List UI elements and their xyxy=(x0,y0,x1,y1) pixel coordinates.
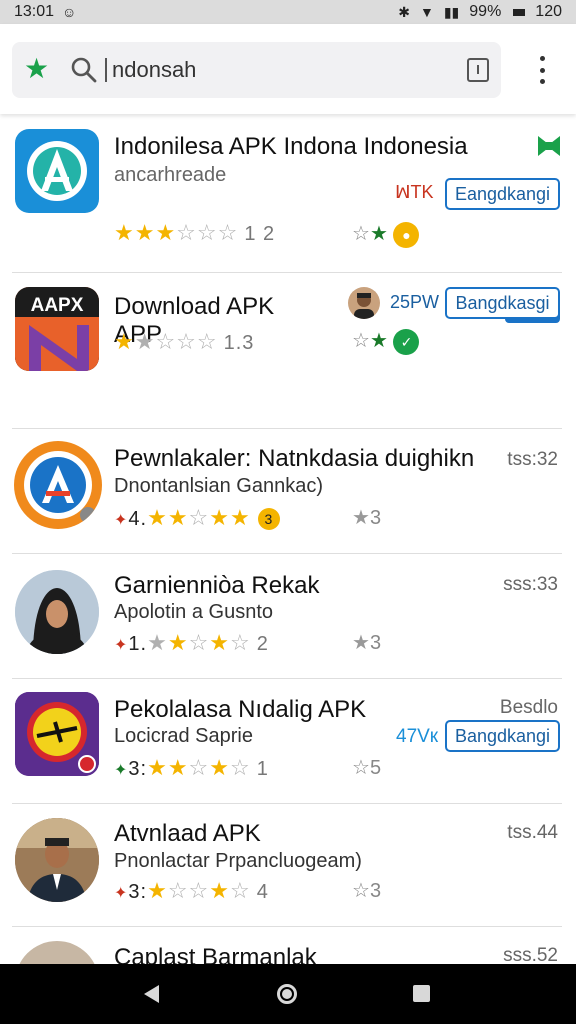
app-size: 25PW xyxy=(390,292,440,312)
app-title[interactable]: Indonilesa APK Indona Indonesia xyxy=(114,133,468,161)
install-button[interactable]: Eangdkangi xyxy=(445,178,560,210)
update-time: Besdlo xyxy=(499,697,558,718)
app-icon[interactable] xyxy=(15,129,99,213)
rating-value: 3: xyxy=(128,758,148,780)
app-icon[interactable]: AAPX xyxy=(15,287,99,371)
developer-avatar xyxy=(348,287,380,319)
rating-value: 4. xyxy=(128,508,148,530)
badge-number: 3 xyxy=(257,508,280,531)
app-title[interactable]: Atvnlaad APK xyxy=(114,820,261,848)
secondary-count: 3 xyxy=(369,507,382,529)
secondary-count: 5 xyxy=(369,757,382,779)
status-bar: 13:01 ☺ ✱ ▼ ▮▮ 99% 120 xyxy=(0,0,576,24)
list-item[interactable]: AAPX Download APK APP #C1 25PW Bangdkasg… xyxy=(0,273,576,428)
list-item[interactable]: Atvnlaad APK Pnonlactar Prpancluogeam) t… xyxy=(0,804,576,928)
app-icon-avatar[interactable] xyxy=(15,941,99,964)
check-circle-icon: ✓ xyxy=(393,328,420,355)
install-button[interactable]: Bangdkangi xyxy=(445,720,560,752)
app-title[interactable]: Pekolalasa Nıdalig APK xyxy=(114,696,366,724)
more-options-icon[interactable] xyxy=(530,56,554,84)
rating-value: 1. xyxy=(128,633,148,655)
secondary-count: 3 xyxy=(369,632,382,654)
secondary-rating: ★3 xyxy=(352,632,382,654)
rating-tail: 4 xyxy=(256,881,269,903)
secondary-count: 3 xyxy=(369,880,382,902)
update-time: tss:32 xyxy=(507,449,558,470)
text-cursor xyxy=(105,58,107,82)
app-size: 47Vк xyxy=(396,726,439,747)
star-rating: ★★☆☆☆ 1.3 xyxy=(114,329,255,354)
star-rating: ✦1.★★☆★☆ 2 xyxy=(114,630,269,655)
notification-icon: ☺ xyxy=(62,4,77,20)
app-list: Indonilesa APK Indona Indonesia ancarhre… xyxy=(0,114,576,964)
app-title[interactable]: Garnienniòa Rekak xyxy=(114,572,319,600)
coin-icon: ● xyxy=(393,221,420,248)
home-icon[interactable] xyxy=(277,984,297,1004)
bluetooth-icon: ✱ xyxy=(398,3,410,20)
secondary-rating: ☆3 xyxy=(352,880,382,902)
star-rating: ✦4.★★☆★★ 3 xyxy=(114,505,280,534)
rating-tail: 2 xyxy=(256,633,269,655)
battery-icon xyxy=(513,8,526,16)
app-icon[interactable] xyxy=(14,441,102,529)
signal-icon: ▮▮ xyxy=(443,3,460,20)
app-subtitle: Apolotin a Gusnto xyxy=(114,601,273,623)
search-input[interactable]: ndonsah xyxy=(112,56,196,84)
battery-percent: 99% xyxy=(469,3,502,20)
app-developer: ancarhreade xyxy=(114,164,227,186)
rating-tail: 1 xyxy=(256,758,269,780)
status-time: 13:01 xyxy=(14,3,55,20)
voice-search-icon[interactable] xyxy=(467,58,489,82)
app-title[interactable]: Caplast Barmanlak xyxy=(114,944,317,964)
rating-count: 1 2 xyxy=(244,223,276,245)
secondary-rating: ☆5 xyxy=(352,757,382,779)
search-icon[interactable] xyxy=(70,56,98,84)
app-icon[interactable] xyxy=(15,692,99,776)
secondary-rating: ☆★ ● xyxy=(352,221,420,248)
recents-icon[interactable] xyxy=(413,985,430,1002)
update-time: tss.44 xyxy=(507,822,558,843)
app-icon-avatar[interactable] xyxy=(15,818,99,902)
app-subtitle: Locicrad Saprie xyxy=(114,725,253,747)
wifi-icon: ▼ xyxy=(419,4,434,20)
star-rating: ✦3:★★☆★☆ 1 xyxy=(114,755,269,780)
app-title-line1[interactable]: Download APK xyxy=(114,293,274,321)
app-subtitle: Pnonlactar Prpancluogeam) xyxy=(114,850,362,872)
list-item[interactable]: Pekolalasa Nıdalig APK Locicrad Saprie B… xyxy=(0,679,576,803)
install-button[interactable]: Bangdkasgi xyxy=(445,287,560,319)
star-rating: ★★★☆☆☆ 1 2 xyxy=(114,220,276,245)
app-icon-text: AAPX xyxy=(31,295,84,316)
play-store-star-icon: ★ xyxy=(24,53,50,84)
list-item[interactable]: Garnienniòa Rekak Apolotin a Gusnto sss:… xyxy=(0,554,576,678)
app-icon-avatar[interactable] xyxy=(15,570,99,654)
download-count: ꟽTK xyxy=(395,182,434,202)
search-bar[interactable]: ★ ndonsah xyxy=(12,42,501,98)
status-number: 120 xyxy=(535,3,562,20)
app-subtitle: Dnontanlsian Gannkac) xyxy=(114,475,324,497)
list-item[interactable]: Indonilesa APK Indona Indonesia ancarhre… xyxy=(0,114,576,272)
editors-choice-icon xyxy=(538,136,560,156)
rating-count: 1.3 xyxy=(223,332,255,354)
app-title[interactable]: Pewnlakaler: Natnkdasia duighikn xyxy=(114,445,474,473)
rating-value: 3: xyxy=(128,881,148,903)
update-time: sss:33 xyxy=(503,574,558,595)
update-time: sss.52 xyxy=(503,945,558,964)
secondary-rating: ★3 xyxy=(352,507,382,529)
back-icon[interactable] xyxy=(144,985,159,1003)
star-rating: ✦3:★☆☆★☆ 4 xyxy=(114,878,269,903)
navigation-bar xyxy=(0,964,576,1024)
top-app-bar: ★ ndonsah xyxy=(0,24,576,114)
secondary-rating: ☆★ ✓ xyxy=(352,328,420,355)
list-item[interactable]: Caplast Barmanlak sss.52 xyxy=(0,927,576,964)
list-item[interactable]: Pewnlakaler: Natnkdasia duighikn Dnontan… xyxy=(0,429,576,553)
